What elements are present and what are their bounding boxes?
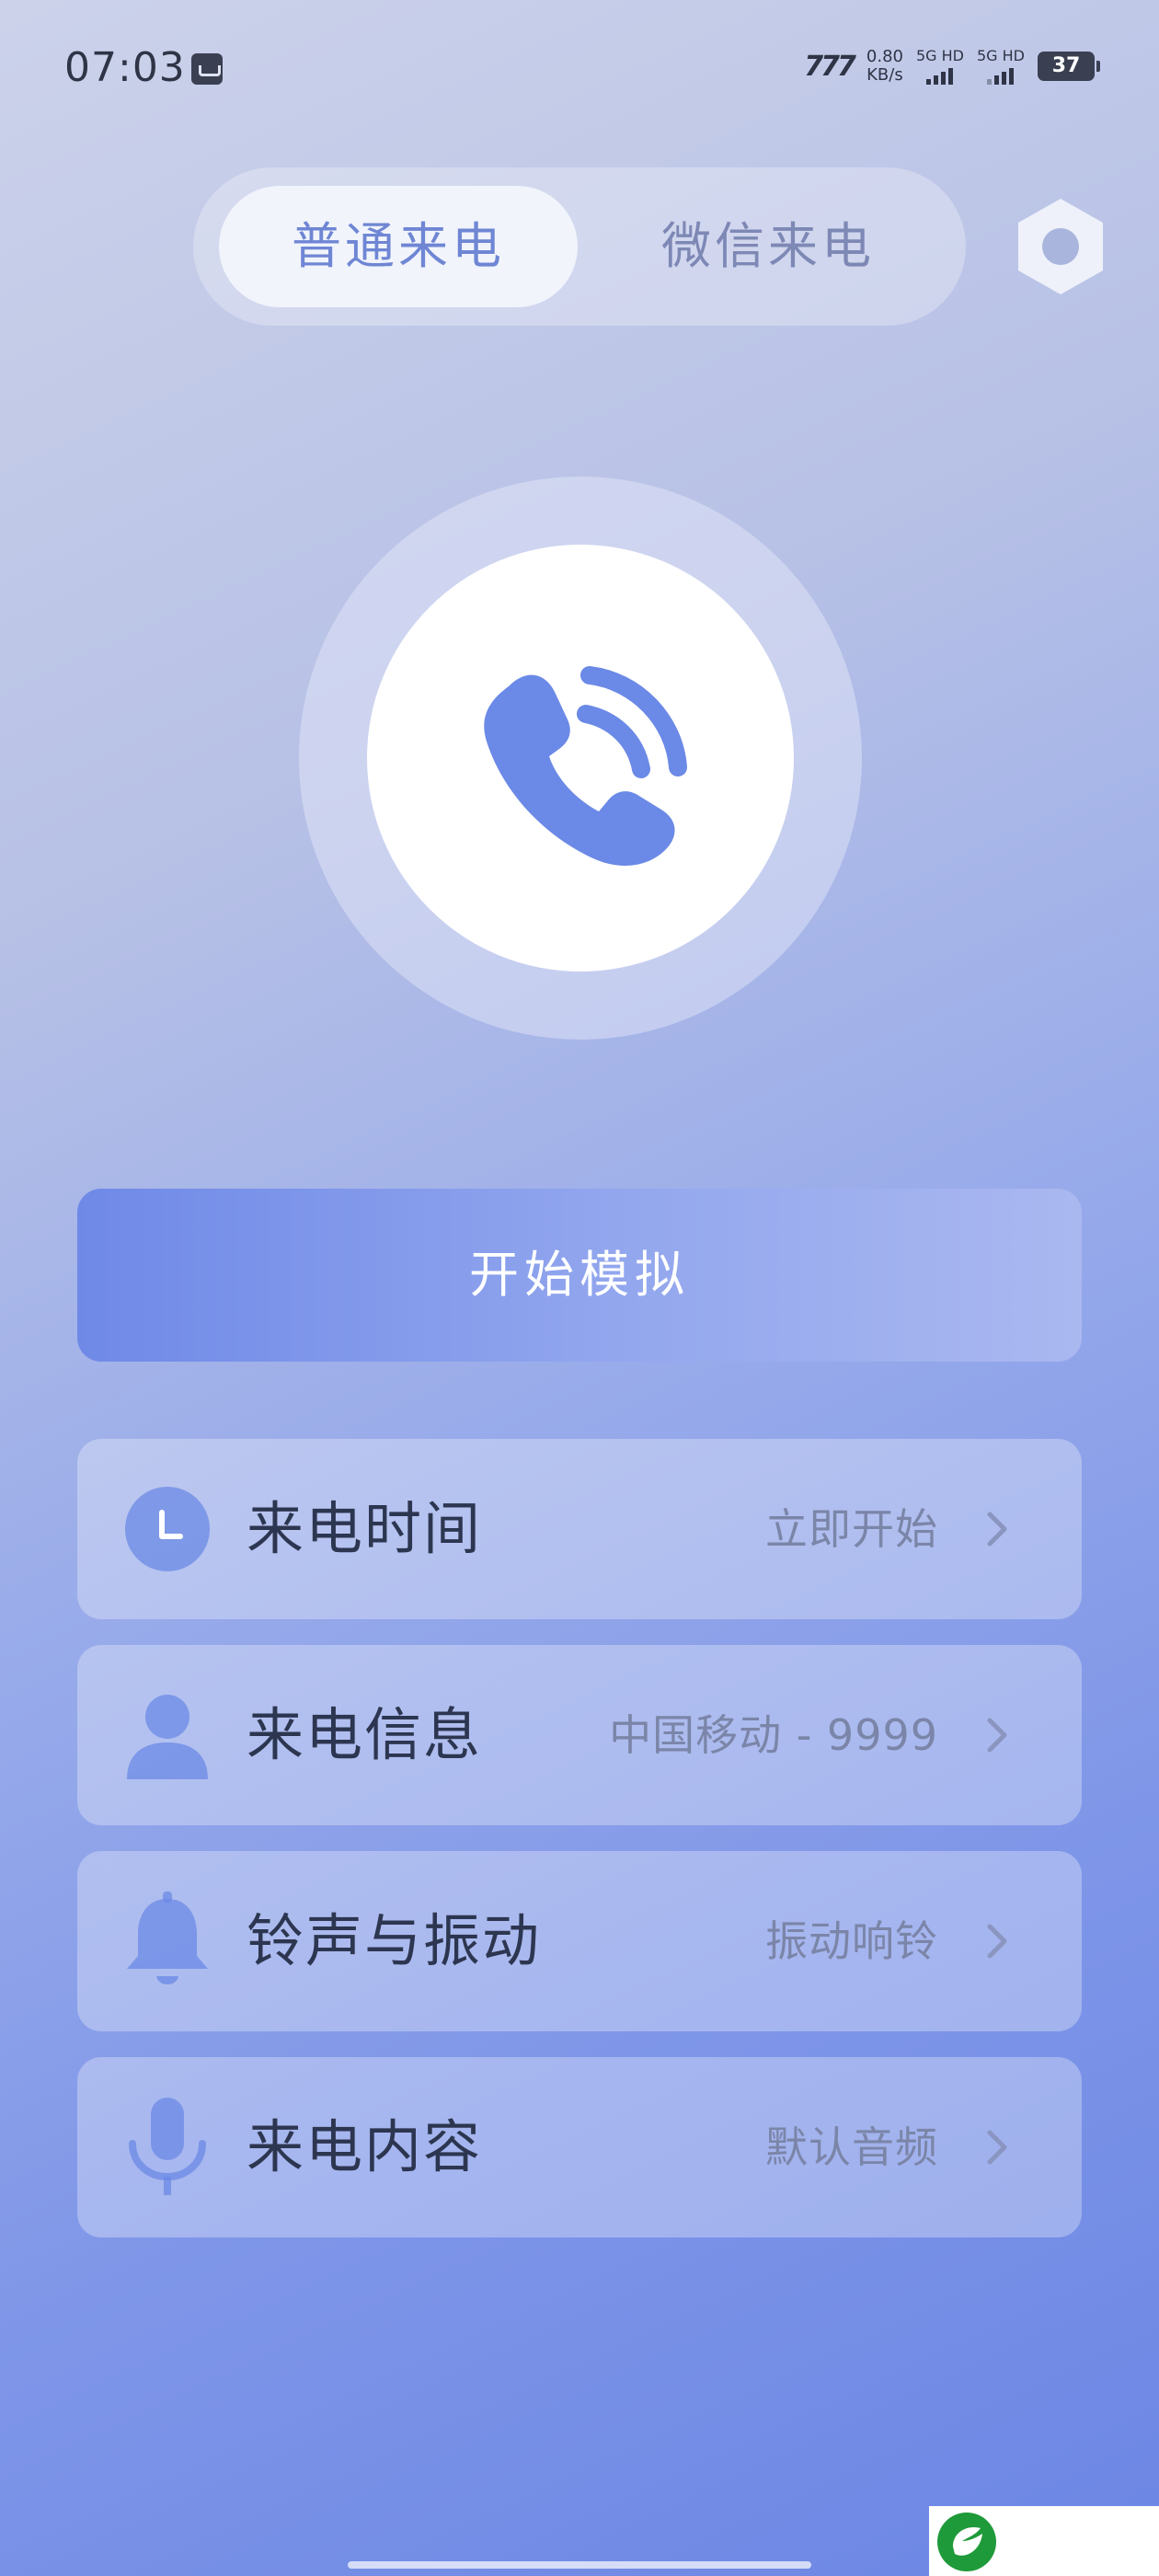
network-speed: 0.80 KB/s <box>866 48 903 85</box>
watermark-logo <box>929 2506 1159 2576</box>
call-preview <box>299 477 862 1040</box>
notification-icon <box>191 53 223 85</box>
network-speed-value: 0.80 <box>866 47 903 66</box>
row-value: 默认音频 <box>765 2122 938 2172</box>
row-value: 中国移动 - 9999 <box>609 1710 938 1760</box>
signal-sim1: 5G HD <box>916 48 964 85</box>
signal-bars-icon <box>987 64 1015 85</box>
start-simulation-button[interactable]: 开始模拟 <box>77 1189 1082 1362</box>
leaf-logo-icon <box>937 2513 996 2571</box>
tab-wechat-call[interactable]: 微信来电 <box>589 186 947 307</box>
row-value: 立即开始 <box>765 1504 938 1554</box>
home-indicator[interactable] <box>348 2561 811 2569</box>
call-type-switch: 普通来电 微信来电 <box>193 167 966 326</box>
row-call-time[interactable]: 来电时间 立即开始 <box>77 1439 1082 1619</box>
clock-icon <box>123 1485 212 1573</box>
person-icon <box>123 1691 212 1779</box>
bell-icon <box>123 1892 212 1985</box>
microphone-icon <box>123 2098 212 2195</box>
row-label: 来电内容 <box>247 2113 483 2180</box>
signal-bars-icon <box>926 64 954 85</box>
chevron-right-icon <box>987 1718 1007 1753</box>
row-call-info[interactable]: 来电信息 中国移动 - 9999 <box>77 1645 1082 1825</box>
chevron-right-icon <box>987 2130 1007 2165</box>
row-label: 铃声与振动 <box>247 1907 542 1974</box>
chevron-right-icon <box>987 1924 1007 1959</box>
status-indicators: 777 0.80 KB/s 5G HD 5G HD 37 <box>804 48 1100 85</box>
row-ringtone-vibration[interactable]: 铃声与振动 振动响铃 <box>77 1851 1082 2031</box>
row-label: 来电时间 <box>247 1495 483 1562</box>
chevron-right-icon <box>987 1512 1007 1547</box>
battery-indicator: 37 <box>1038 52 1100 81</box>
signal-sim2: 5G HD <box>977 48 1025 85</box>
settings-icon[interactable] <box>1015 195 1107 298</box>
status-time: 07:03 <box>64 44 186 91</box>
phone-ringing-icon <box>484 666 687 866</box>
network-speed-unit: KB/s <box>866 65 903 85</box>
sim1-label: 5G HD <box>915 47 964 64</box>
carrier-logo: 777 <box>804 50 856 83</box>
row-call-content[interactable]: 来电内容 默认音频 <box>77 2057 1082 2237</box>
tab-normal-call[interactable]: 普通来电 <box>219 186 578 307</box>
row-value: 振动响铃 <box>765 1916 938 1966</box>
row-label: 来电信息 <box>247 1701 483 1768</box>
call-circle[interactable] <box>367 545 794 972</box>
sim2-label: 5G HD <box>976 47 1025 64</box>
status-bar: 07:03 777 0.80 KB/s 5G HD 5G HD 37 <box>0 0 1159 138</box>
